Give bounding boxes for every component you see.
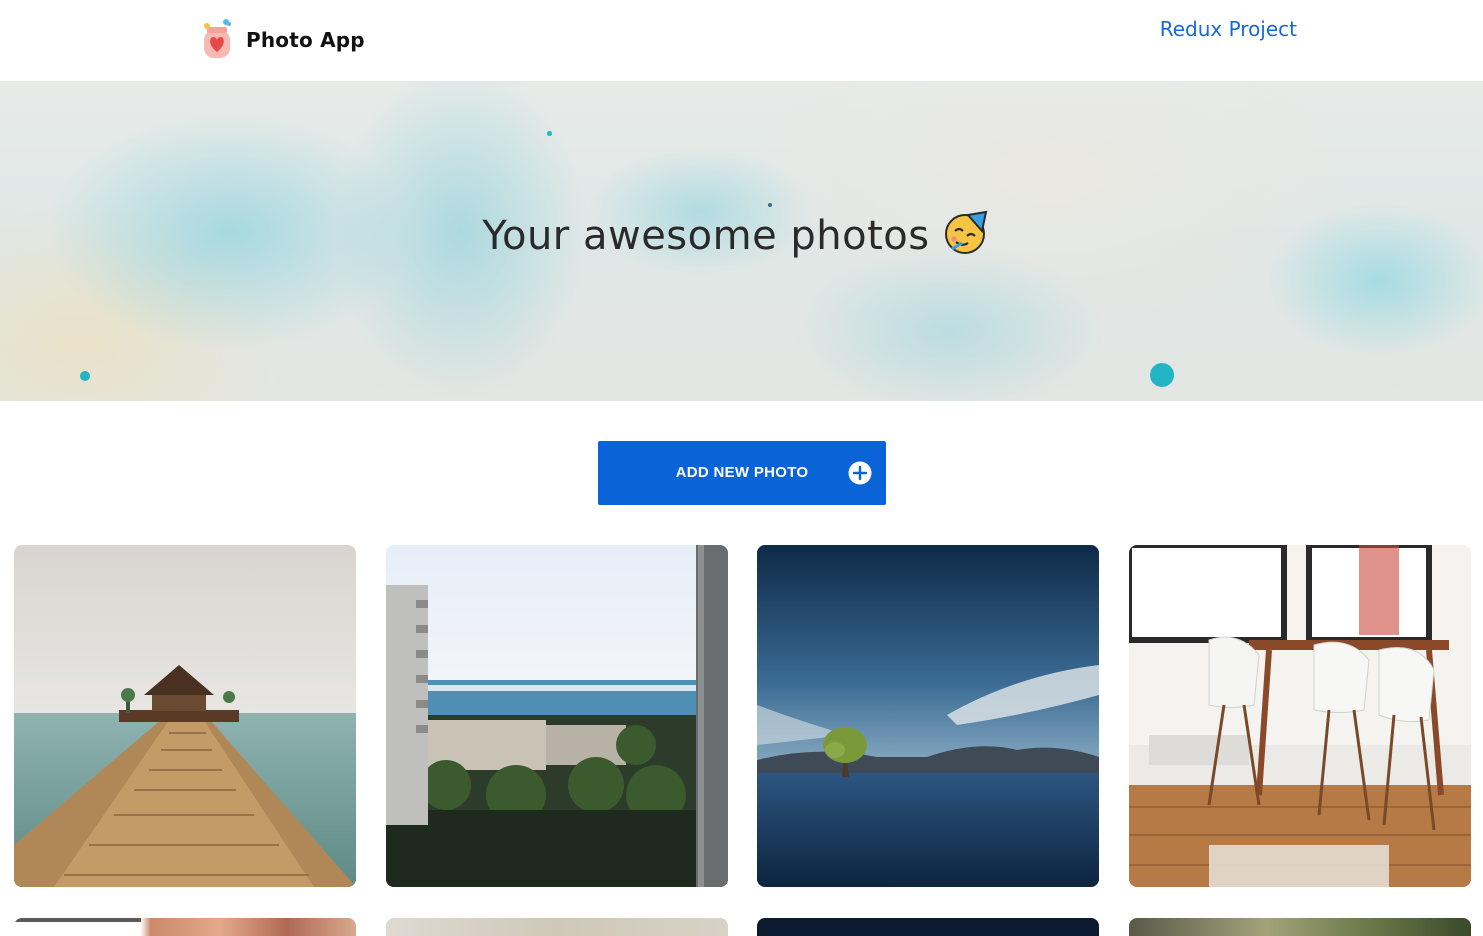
heart-jar-icon	[200, 18, 236, 62]
photo-card-lake-tree[interactable]	[757, 545, 1099, 887]
banner-heading: Your awesome photos	[0, 209, 1470, 259]
brand[interactable]: Photo App	[200, 18, 365, 62]
dining-room-icon	[1129, 545, 1471, 887]
banner-decoration	[768, 203, 772, 207]
photo-card-dining-room[interactable]	[1129, 545, 1471, 887]
city-sea-view-icon	[386, 545, 728, 887]
photo-card-peek[interactable]	[1129, 918, 1471, 936]
banner-decoration	[547, 131, 552, 136]
photo-card-pier[interactable]	[14, 545, 356, 887]
wooden-pier-icon	[14, 545, 356, 887]
lake-tree-icon	[757, 545, 1099, 887]
photo-card-city-sea[interactable]	[386, 545, 728, 887]
add-new-photo-button[interactable]: ADD NEW PHOTO	[598, 441, 886, 505]
hero-banner: Your awesome photos	[0, 81, 1483, 401]
photo-card-peek[interactable]	[386, 918, 728, 936]
photo-card-peek[interactable]	[757, 918, 1099, 936]
header: Photo App Redux Project	[0, 0, 1483, 80]
banner-decoration	[80, 371, 90, 381]
partying-face-icon	[942, 209, 988, 255]
plus-circle-icon	[848, 461, 872, 485]
brand-name: Photo App	[246, 28, 365, 52]
banner-decoration	[1150, 363, 1174, 387]
banner-title-text: Your awesome photos	[482, 213, 930, 259]
add-new-photo-label: ADD NEW PHOTO	[675, 464, 809, 481]
photo-card-peek[interactable]	[14, 918, 356, 936]
nav-link-redux-project[interactable]: Redux Project	[1160, 17, 1297, 41]
photo-icon	[14, 918, 141, 922]
